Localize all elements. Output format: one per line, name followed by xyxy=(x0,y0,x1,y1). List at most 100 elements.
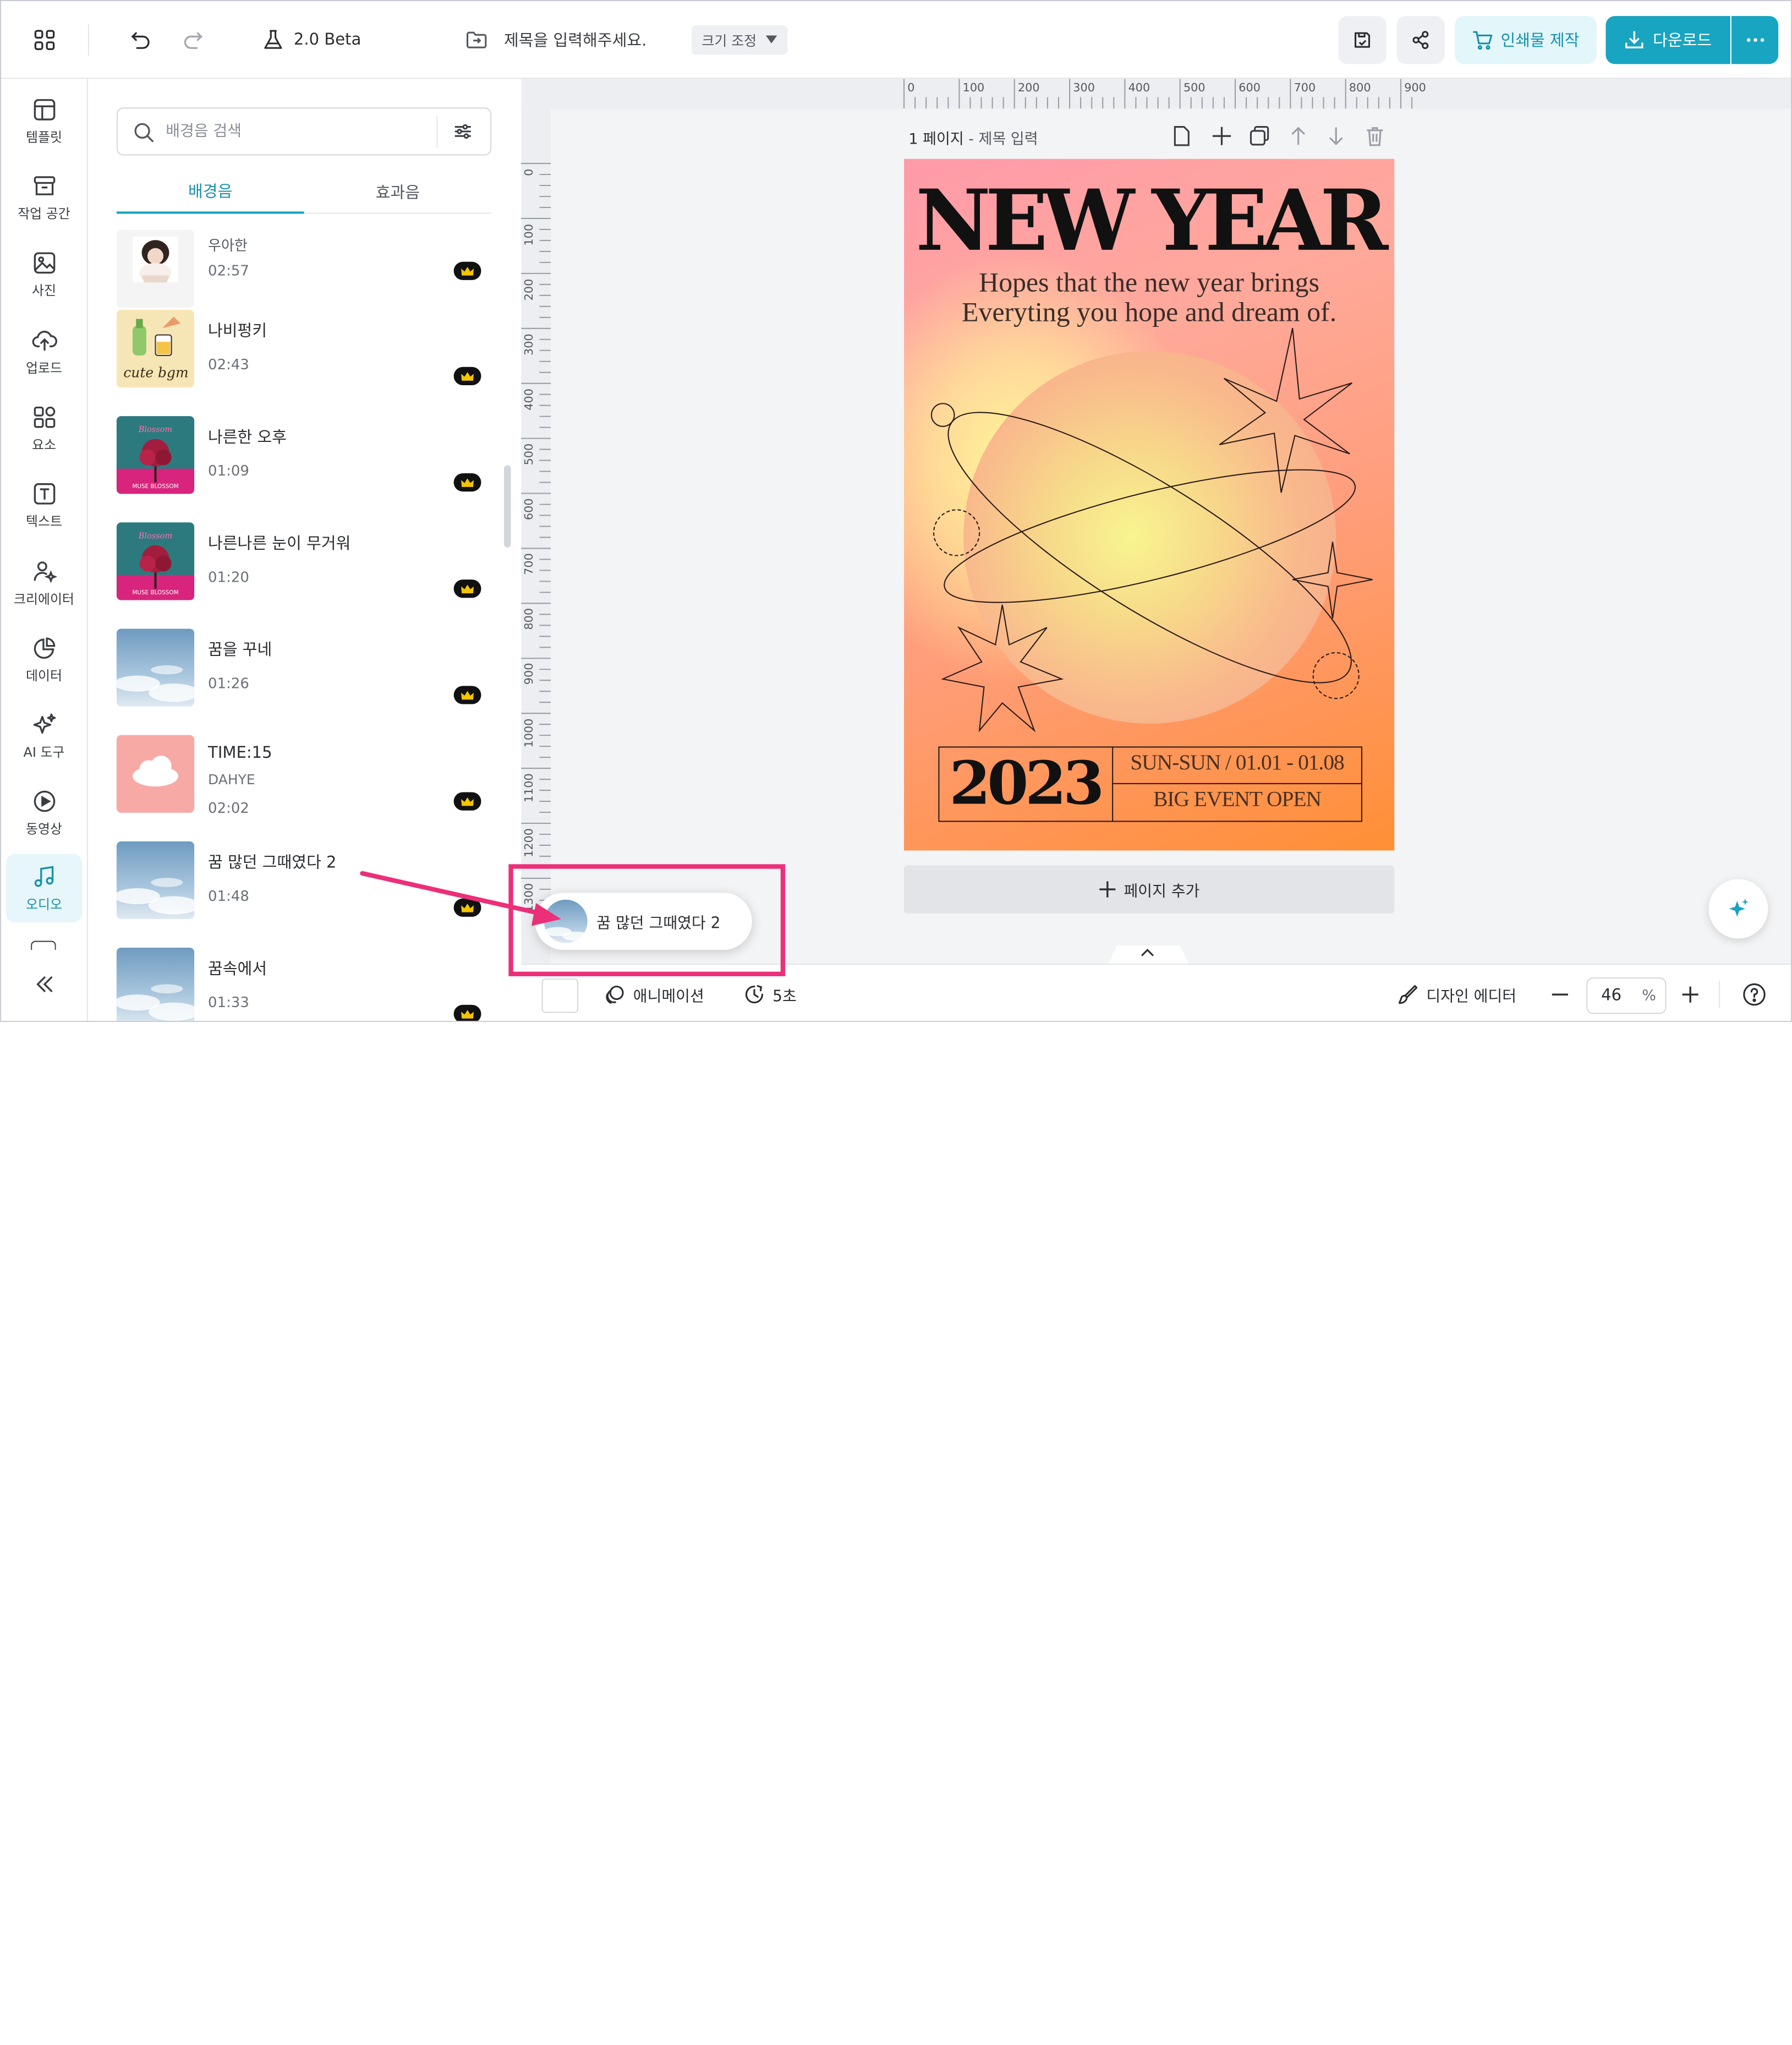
list-item[interactable]: 우아한 02:57 xyxy=(116,227,494,312)
divider xyxy=(1719,981,1720,1009)
document-title-input[interactable]: 제목을 입력해주세요. xyxy=(504,29,646,52)
sidebar-item-upload[interactable]: 업로드 xyxy=(6,319,82,385)
shapes-icon xyxy=(31,404,57,429)
search-input[interactable] xyxy=(166,120,429,143)
tab-bgm[interactable]: 배경음 xyxy=(116,171,304,214)
search-icon xyxy=(133,121,156,144)
archive-icon xyxy=(31,173,57,199)
page-thumbnail-button[interactable] xyxy=(541,978,579,1013)
design-page[interactable]: NEW YEAR Hopes that the new year brings … xyxy=(904,158,1395,851)
design-editor-button[interactable]: 디자인 에디터 xyxy=(1396,982,1516,1007)
filter-icon[interactable] xyxy=(453,121,473,141)
ruler-label: 1000 xyxy=(523,718,536,748)
sidebar-item-photo[interactable]: 사진 xyxy=(6,241,82,307)
move-down-icon[interactable] xyxy=(1324,124,1347,147)
save-button[interactable] xyxy=(1338,16,1387,64)
track-artist: DAHYE xyxy=(208,772,255,788)
beta-version[interactable]: 2.0 Beta xyxy=(262,26,361,54)
track-duration: 01:26 xyxy=(208,674,249,692)
ruler-label: 600 xyxy=(523,498,536,521)
cloud-upload-icon xyxy=(30,327,58,353)
track-thumbnail xyxy=(116,841,195,920)
list-item[interactable]: TIME:15 DAHYE 02:02 xyxy=(116,732,494,817)
page-number: 1 페이지 xyxy=(908,131,964,149)
more-sidebar-item-partial[interactable] xyxy=(31,941,56,950)
add-icon[interactable] xyxy=(1210,124,1234,147)
thumb-text: MUSE BLOSSOM xyxy=(132,589,179,597)
animation-icon xyxy=(604,983,627,1006)
list-item[interactable]: 꿈속에서 01:33 xyxy=(116,945,494,1021)
sidebar-item-label: AI 도구 xyxy=(23,743,65,760)
ai-assistant-button[interactable] xyxy=(1708,879,1768,939)
duration-button[interactable]: 5초 xyxy=(743,982,797,1007)
text-icon xyxy=(31,480,57,506)
sidebar-item-ai-tools[interactable]: AI 도구 xyxy=(6,703,82,769)
editor-window: 2.0 Beta 제목을 입력해주세요. 크기 조정 인쇄물 제작 다운로드 템… xyxy=(0,0,1792,1022)
animation-button[interactable]: 애니메이션 xyxy=(604,982,704,1007)
list-item[interactable]: Blossom MUSE BLOSSOM 나른한 오후 01:09 xyxy=(116,414,494,499)
design-editor-label: 디자인 에디터 xyxy=(1426,987,1517,1006)
ruler-label: 700 xyxy=(523,553,536,576)
zoom-unit: % xyxy=(1642,987,1656,1004)
undo-icon[interactable] xyxy=(124,24,156,56)
ruler-label: 300 xyxy=(1073,82,1095,95)
sidebar-item-text[interactable]: 텍스트 xyxy=(6,472,82,538)
page-title-input[interactable]: 제목 입력 xyxy=(979,132,1038,149)
download-more-button[interactable] xyxy=(1731,16,1779,64)
ruler-label: 300 xyxy=(523,333,536,356)
track-title: 꿈을 꾸네 xyxy=(208,641,272,660)
poster-dates[interactable]: SUN-SUN / 01.01 - 01.08 xyxy=(1112,751,1362,777)
download-button[interactable]: 다운로드 xyxy=(1605,16,1730,64)
play-icon xyxy=(31,788,57,813)
ruler-label: 900 xyxy=(1404,82,1426,95)
print-order-button[interactable]: 인쇄물 제작 xyxy=(1455,16,1597,64)
redo-icon[interactable] xyxy=(177,24,209,56)
sidebar-item-audio[interactable]: 오디오 xyxy=(6,854,83,923)
flask-icon xyxy=(262,29,285,52)
sidebar-item-template[interactable]: 템플릿 xyxy=(6,88,82,154)
help-icon[interactable] xyxy=(1742,982,1767,1007)
sidebar-item-video[interactable]: 동영상 xyxy=(6,780,82,846)
zoom-out-icon[interactable] xyxy=(1550,984,1570,1004)
chevron-up-icon[interactable] xyxy=(1139,948,1155,959)
ruler-label: 800 xyxy=(1349,82,1371,95)
poster-event[interactable]: BIG EVENT OPEN xyxy=(1112,788,1362,813)
ruler-label: 1100 xyxy=(523,773,536,803)
page-icon[interactable] xyxy=(1171,124,1192,147)
resize-button[interactable]: 크기 조정 xyxy=(691,25,788,55)
move-up-icon[interactable] xyxy=(1287,124,1310,147)
zoom-input[interactable]: 46 % xyxy=(1586,977,1667,1014)
duplicate-icon[interactable] xyxy=(1248,124,1271,147)
sidebar-item-elements[interactable]: 요소 xyxy=(6,396,82,462)
sidebar-item-data[interactable]: 데이터 xyxy=(6,626,82,692)
track-duration: 02:57 xyxy=(208,261,249,279)
sidebar-item-creator[interactable]: 크리에이터 xyxy=(6,550,82,616)
list-item[interactable]: 꿈을 꾸네 01:26 xyxy=(116,626,494,711)
poster-year[interactable]: 2023 xyxy=(938,753,1112,816)
premium-crown-icon xyxy=(453,686,481,704)
list-item[interactable]: cute bgm 나비펑키 02:43 xyxy=(116,308,494,392)
chart-icon xyxy=(31,635,57,660)
sidebar-item-workspace[interactable]: 작업 공간 xyxy=(6,165,82,231)
resize-label: 크기 조정 xyxy=(702,32,757,49)
add-page-button[interactable]: 페이지 추가 xyxy=(904,865,1395,914)
top-toolbar: 2.0 Beta 제목을 입력해주세요. 크기 조정 인쇄물 제작 다운로드 xyxy=(1,1,1791,79)
page-separator: - xyxy=(963,131,979,149)
vertical-ruler: 0 100 200 300 400 500 600 700 800 900 1000 1100 1200… xyxy=(521,161,551,916)
list-item[interactable]: Blossom MUSE BLOSSOM 나른나른 눈이 무거워 01:20 xyxy=(116,520,494,605)
sparkle-icon xyxy=(31,712,57,737)
panel-scrollbar[interactable] xyxy=(504,465,511,548)
add-page-label: 페이지 추가 xyxy=(1124,882,1200,901)
search-box xyxy=(116,107,492,156)
track-duration: 01:09 xyxy=(208,462,249,479)
trash-icon[interactable] xyxy=(1363,124,1387,147)
collapse-sidebar-icon[interactable] xyxy=(29,971,61,998)
move-to-folder-icon[interactable] xyxy=(463,26,490,54)
apps-grid-icon[interactable] xyxy=(29,24,61,56)
chip-label: 꿈 많던 그때였다 2 xyxy=(596,914,721,933)
print-label: 인쇄물 제작 xyxy=(1500,32,1580,51)
tab-sfx[interactable]: 효과음 xyxy=(304,171,492,214)
animation-label: 애니메이션 xyxy=(633,987,704,1006)
share-button[interactable] xyxy=(1396,16,1445,64)
zoom-in-icon[interactable] xyxy=(1680,984,1700,1004)
